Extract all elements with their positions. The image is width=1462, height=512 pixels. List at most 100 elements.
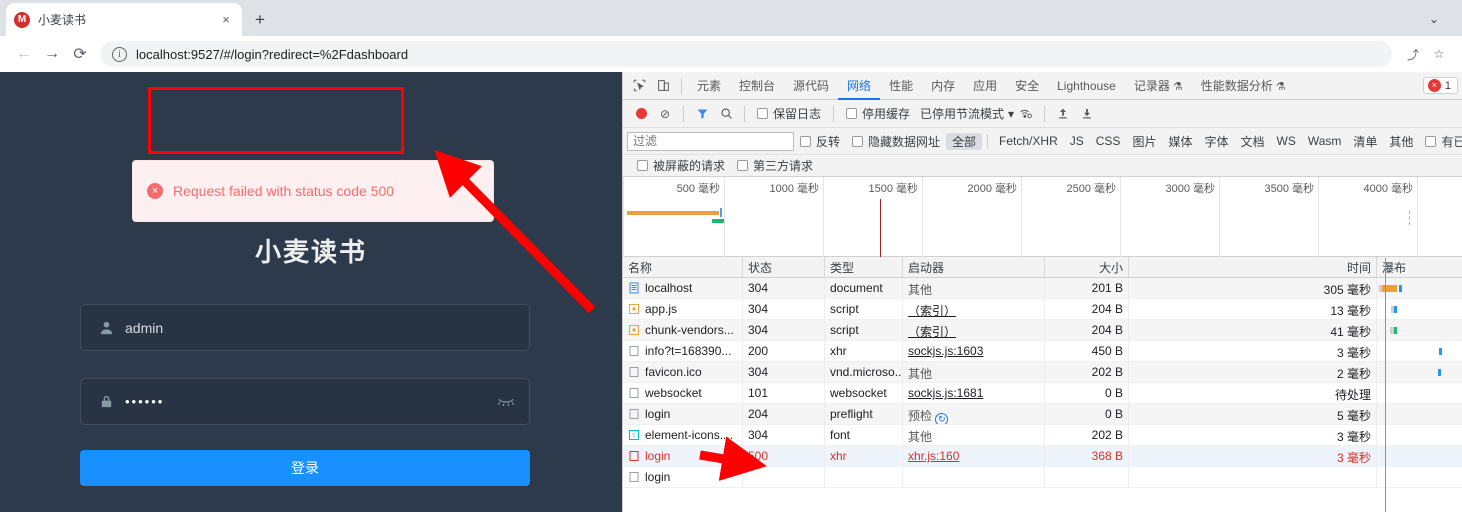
error-toast: × Request failed with status code 500 xyxy=(132,160,494,222)
filter-input[interactable] xyxy=(627,131,794,151)
table-row[interactable]: favicon.ico 304 vnd.microso... 其他 202 B … xyxy=(623,362,1462,383)
close-icon[interactable]: × xyxy=(218,12,234,28)
inspect-element-icon[interactable] xyxy=(627,74,651,98)
filter-type-manifest[interactable]: 清单 xyxy=(1347,133,1383,150)
table-row[interactable]: login xyxy=(623,467,1462,488)
filter-type-other[interactable]: 其他 xyxy=(1383,133,1419,150)
tab-lighthouse[interactable]: Lighthouse xyxy=(1048,72,1125,100)
request-initiator[interactable]: sockjs.js:1681 xyxy=(908,386,983,400)
clear-icon[interactable]: ⊘ xyxy=(653,102,677,126)
error-circle-icon: × xyxy=(147,183,163,199)
filter-type-img[interactable]: 图片 xyxy=(1126,133,1162,150)
tab-recorder[interactable]: 记录器 ⚗ xyxy=(1125,72,1192,100)
filter-type-fetch-xhr[interactable]: Fetch/XHR xyxy=(993,134,1064,148)
filter-type-all[interactable]: 全部 xyxy=(946,132,983,150)
request-initiator[interactable]: xhr.js:160 xyxy=(908,449,959,463)
filter-type-css[interactable]: CSS xyxy=(1090,134,1127,148)
request-initiator: 其他 xyxy=(903,362,1045,382)
login-button[interactable]: 登录 xyxy=(80,450,530,486)
bookmark-icon[interactable]: ☆ xyxy=(1426,41,1452,67)
column-header-time[interactable]: 时间 xyxy=(1129,257,1377,277)
blocked-cookies-checkbox[interactable]: 有已拦截的 xyxy=(1425,133,1462,150)
site-info-icon[interactable]: i xyxy=(112,46,127,62)
tab-security[interactable]: 安全 xyxy=(1006,72,1048,100)
request-status: 304 xyxy=(743,299,825,319)
filter-type-ws[interactable]: WS xyxy=(1271,134,1302,148)
blocked-cookies-label: 有已拦截的 xyxy=(1441,134,1462,149)
column-header-size[interactable]: 大小 xyxy=(1045,257,1129,277)
import-har-icon[interactable] xyxy=(1051,102,1075,126)
checkbox-icon xyxy=(737,160,749,171)
new-tab-icon[interactable]: + xyxy=(248,8,272,32)
error-badge[interactable]: × 1 xyxy=(1422,77,1458,94)
generic-file-icon xyxy=(629,346,639,356)
tab-network[interactable]: 网络 xyxy=(838,72,880,100)
tab-application[interactable]: 应用 xyxy=(964,72,1006,100)
overview-tick-label: 500 毫秒 xyxy=(676,183,720,195)
blocked-requests-checkbox[interactable]: 被屏蔽的请求 xyxy=(637,157,725,174)
request-waterfall xyxy=(1377,278,1462,298)
export-har-icon[interactable] xyxy=(1075,102,1099,126)
reload-icon[interactable]: ⟳ xyxy=(66,40,94,68)
request-initiator[interactable]: sockjs.js:1603 xyxy=(908,344,983,358)
record-button[interactable] xyxy=(629,102,653,126)
devtools-panel: 元素 控制台 源代码 网络 性能 内存 应用 安全 Lighthouse 记录器… xyxy=(622,72,1462,512)
request-initiator[interactable]: （索引） xyxy=(908,325,956,339)
filter-type-font[interactable]: 字体 xyxy=(1198,133,1234,150)
invert-checkbox[interactable]: 反转 xyxy=(800,133,840,150)
tab-elements[interactable]: 元素 xyxy=(688,72,730,100)
search-icon[interactable] xyxy=(714,102,738,126)
request-type: script xyxy=(825,320,903,340)
tab-performance[interactable]: 性能 xyxy=(880,72,922,100)
third-party-checkbox[interactable]: 第三方请求 xyxy=(737,157,813,174)
table-row[interactable]: chunk-vendors... 304 script （索引） 204 B 4… xyxy=(623,320,1462,341)
filter-type-wasm[interactable]: Wasm xyxy=(1302,134,1348,148)
forward-icon[interactable]: → xyxy=(38,40,66,68)
filter-icon[interactable] xyxy=(690,102,714,126)
browser-toolbar: ← → ⟳ i localhost:9527/#/login?redirect=… xyxy=(0,36,1462,72)
password-field[interactable]: •••••• xyxy=(80,378,530,425)
username-field[interactable]: admin xyxy=(80,304,530,351)
disable-cache-checkbox[interactable]: 停用缓存 xyxy=(846,105,910,122)
request-initiator[interactable]: （索引） xyxy=(908,304,956,318)
filter-type-doc[interactable]: 文档 xyxy=(1234,133,1270,150)
back-icon[interactable]: ← xyxy=(10,40,38,68)
table-row[interactable]: Telement-icons.... 304 font 其他 202 B 3 毫… xyxy=(623,425,1462,446)
tab-memory[interactable]: 内存 xyxy=(922,72,964,100)
table-row[interactable]: login 204 preflight 预检 ↻ 0 B 5 毫秒 xyxy=(623,404,1462,425)
request-name: websocket xyxy=(645,386,702,400)
network-conditions-icon[interactable] xyxy=(1014,102,1038,126)
table-row[interactable]: localhost 304 document 其他 201 B 305 毫秒 xyxy=(623,278,1462,299)
browser-tab[interactable]: M 小麦读书 × xyxy=(6,3,242,36)
column-header-initiator[interactable]: 启动器 xyxy=(903,257,1045,277)
filter-type-media[interactable]: 媒体 xyxy=(1162,133,1198,150)
device-toolbar-icon[interactable] xyxy=(651,74,675,98)
column-header-name[interactable]: 名称 xyxy=(623,257,743,277)
filter-type-js[interactable]: JS xyxy=(1064,134,1090,148)
tab-performance-insights[interactable]: 性能数据分析 ⚗ xyxy=(1192,72,1295,100)
checkbox-icon xyxy=(757,108,768,119)
table-row-failed[interactable]: login 500 xhr xhr.js:160 368 B 3 毫秒 xyxy=(623,446,1462,467)
overview-tick-label: 2500 毫秒 xyxy=(1066,183,1116,195)
request-size: 450 B xyxy=(1045,341,1129,361)
table-row[interactable]: websocket 101 websocket sockjs.js:1681 0… xyxy=(623,383,1462,404)
flask-icon: ⚗ xyxy=(1172,80,1183,93)
preserve-log-checkbox[interactable]: 保留日志 xyxy=(757,105,821,122)
checkbox-icon xyxy=(637,160,648,171)
hide-data-urls-checkbox[interactable]: 隐藏数据网址 xyxy=(852,133,940,150)
table-row[interactable]: app.js 304 script （索引） 204 B 13 毫秒 xyxy=(623,299,1462,320)
tab-console[interactable]: 控制台 xyxy=(730,72,784,100)
column-header-waterfall[interactable]: 瀑布 xyxy=(1377,257,1462,277)
table-row[interactable]: info?t=168390... 200 xhr sockjs.js:1603 … xyxy=(623,341,1462,362)
network-timeline-overview[interactable]: 500 毫秒 1000 毫秒 1500 毫秒 2000 毫秒 2500 毫秒 3… xyxy=(623,177,1462,257)
eye-off-icon[interactable] xyxy=(497,396,515,408)
user-icon xyxy=(95,320,117,335)
chevron-down-icon[interactable]: ⌄ xyxy=(1422,8,1446,30)
password-value: •••••• xyxy=(125,394,165,409)
column-header-status[interactable]: 状态 xyxy=(743,257,825,277)
tab-sources[interactable]: 源代码 xyxy=(784,72,838,100)
address-bar[interactable]: i localhost:9527/#/login?redirect=%2Fdas… xyxy=(100,41,1392,67)
share-icon[interactable]: ⤴ xyxy=(1400,41,1426,67)
throttling-label[interactable]: 已停用节流模式 xyxy=(920,105,1004,122)
column-header-type[interactable]: 类型 xyxy=(825,257,903,277)
